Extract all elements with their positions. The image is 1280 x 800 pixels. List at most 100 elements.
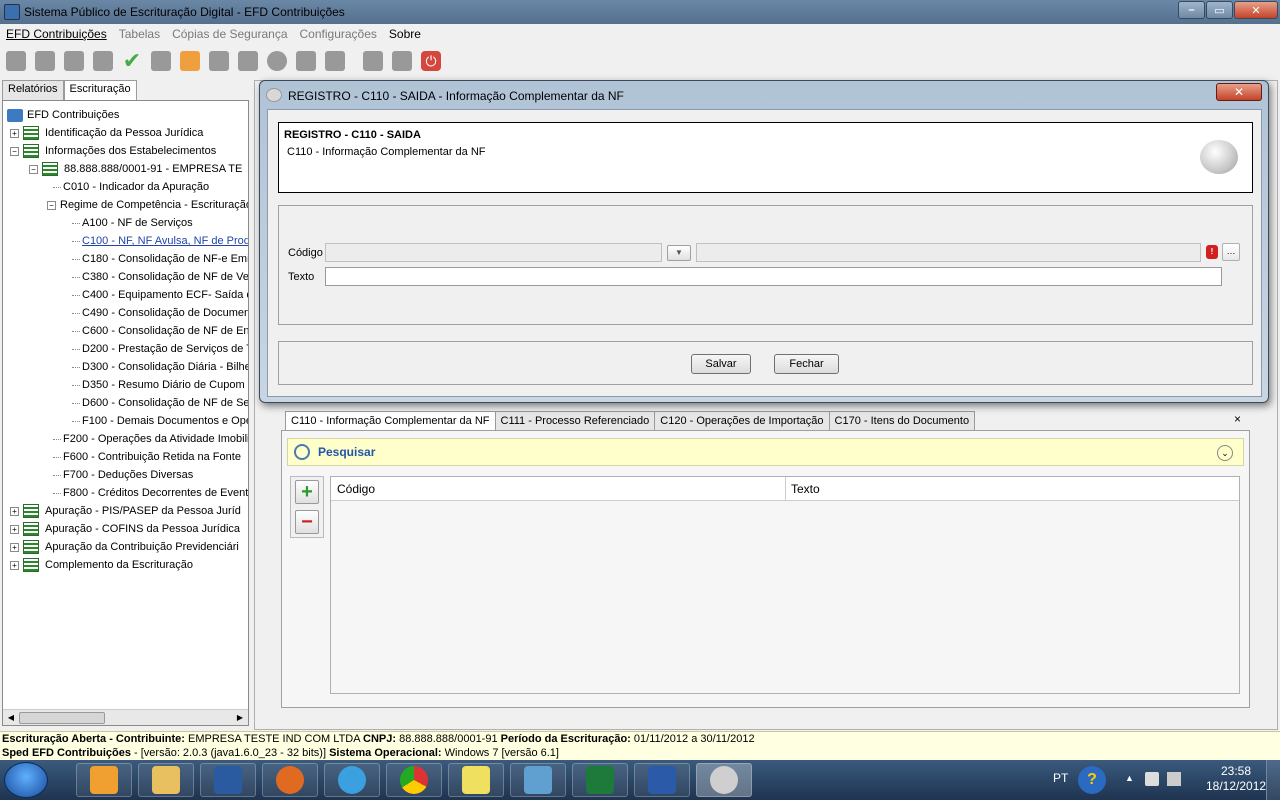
scroll-right-icon[interactable]: ▶ [234,712,246,724]
sped-icon[interactable] [696,763,752,797]
fechar-button[interactable]: Fechar [774,354,839,374]
tree-item[interactable]: D600 - Consolidação de NF de Ser [72,395,248,411]
show-hidden-icons[interactable]: ▲ [1125,773,1134,783]
tab-c120[interactable]: C120 - Operações de Importação [654,411,830,431]
tab-relatorios[interactable]: Relatórios [2,80,64,100]
tree-item[interactable]: C180 - Consolidação de NF-e Emiti [72,251,248,267]
codigo-description-field[interactable] [696,243,1201,262]
import-icon[interactable] [32,48,58,74]
tree-item[interactable]: −88.888.888/0001-91 - EMPRESA TE [29,161,242,177]
check-icon[interactable]: ✔ [119,48,145,74]
add-record-button[interactable]: + [295,480,319,504]
tree-item[interactable]: + Apuração da Contribuição Previdenciári [10,539,239,555]
sign-icon[interactable] [148,48,174,74]
delete-icon[interactable] [177,48,203,74]
tree-item[interactable]: F100 - Demais Documentos e Oper [72,413,248,429]
tree-item[interactable]: + Complemento da Escrituração [10,557,193,573]
exit-icon[interactable]: ⏻ [418,48,444,74]
tree-root[interactable]: EFD Contribuições [7,107,119,123]
tree-item[interactable]: D350 - Resumo Diário de Cupom F [72,377,248,393]
expand-icon[interactable]: + [10,542,19,552]
tree-item[interactable]: F700 - Deduções Diversas [53,467,193,483]
codigo-dropdown-button[interactable]: ▼ [667,245,691,261]
minimize-button[interactable]: – [1178,1,1205,19]
remove-record-button[interactable]: − [295,510,319,534]
help-alert-icon[interactable]: ? [1078,766,1106,794]
menu-tabelas[interactable]: Tabelas [113,27,166,41]
language-indicator[interactable]: PT [1053,771,1068,785]
column-header-codigo[interactable]: Código [337,482,375,496]
scroll-thumb[interactable] [19,712,105,724]
column-header-texto[interactable]: Texto [791,482,820,496]
tree-horizontal-scrollbar[interactable]: ◀ ▶ [3,709,248,725]
tree-item[interactable]: − Informações dos Estabelecimentos [10,143,216,159]
maximize-button[interactable]: ▭ [1206,1,1233,19]
tree-item[interactable]: C400 - Equipamento ECF- Saída de [72,287,248,303]
tree-item[interactable]: − Regime de Competência - Escrituração [47,197,248,213]
action-center-icon[interactable] [1145,772,1159,786]
validate-icon[interactable] [90,48,116,74]
expand-icon[interactable]: + [10,506,19,516]
codigo-lookup-button[interactable]: … [1222,243,1240,261]
tab-c170[interactable]: C170 - Itens do Documento [828,411,976,431]
tree-item[interactable]: D300 - Consolidação Diária - Bilhet [72,359,248,375]
menu-configuracoes[interactable]: Configurações [294,27,383,41]
tree-item[interactable]: C010 - Indicador da Apuração [53,179,209,195]
people-icon[interactable] [510,763,566,797]
globe-icon[interactable] [264,48,290,74]
sticky-notes-icon[interactable] [448,763,504,797]
open-icon[interactable] [61,48,87,74]
collapse-icon[interactable]: − [47,200,56,210]
transmit-icon[interactable] [293,48,319,74]
tree-item[interactable]: C490 - Consolidação de Document [72,305,248,321]
tree-item[interactable]: + Apuração - PIS/PASEP da Pessoa Juríd [10,503,241,519]
expand-icon[interactable]: + [10,128,19,138]
scroll-left-icon[interactable]: ◀ [5,712,17,724]
search-label[interactable]: Pesquisar [318,445,375,459]
word-icon[interactable] [634,763,690,797]
file-explorer-icon[interactable] [138,763,194,797]
tree-item[interactable]: A100 - NF de Serviços [72,215,193,231]
tab-escrituracao[interactable]: Escrituração [63,80,137,100]
search-bar[interactable]: Pesquisar ⌄ [287,438,1244,466]
tree-item[interactable]: F800 - Créditos Decorrentes de Event [53,485,248,501]
collapse-icon[interactable]: − [29,164,38,174]
collapse-icon[interactable]: − [10,146,19,156]
tree-item[interactable]: + Identificação da Pessoa Jurídica [10,125,203,141]
close-window-button[interactable]: ✕ [1234,1,1278,19]
tree-item[interactable]: F200 - Operações da Atividade Imobili [53,431,248,447]
tree-item[interactable]: C380 - Consolidação de NF de Ven [72,269,248,285]
save-icon[interactable] [360,48,386,74]
tree-item-selected[interactable]: C100 - NF, NF Avulsa, NF de Produt [72,233,248,249]
tab-c110[interactable]: C110 - Informação Complementar da NF [285,411,496,431]
tree-item[interactable]: F600 - Contribuição Retida na Fonte [53,449,241,465]
internet-explorer-icon[interactable] [324,763,380,797]
expand-search-icon[interactable]: ⌄ [1217,445,1233,461]
show-desktop-button[interactable] [1266,760,1280,800]
expand-icon[interactable]: + [10,524,19,534]
print-icon[interactable] [206,48,232,74]
tree-item[interactable]: C600 - Consolidação de NF de Ene [72,323,248,339]
media-player-icon[interactable] [76,763,132,797]
tab-c111[interactable]: C111 - Processo Referenciado [494,411,656,431]
app-check-icon[interactable] [200,763,256,797]
texto-input[interactable] [325,267,1222,286]
codigo-field[interactable] [325,243,662,262]
new-icon[interactable] [3,48,29,74]
close-tab-icon[interactable]: × [1234,412,1241,426]
firefox-icon[interactable] [262,763,318,797]
dialog-close-button[interactable]: ✕ [1216,83,1262,101]
excel-icon[interactable] [572,763,628,797]
expand-icon[interactable]: + [10,560,19,570]
tree-item[interactable]: + Apuração - COFINS da Pessoa Jurídica [10,521,240,537]
menu-copias-de-seguranca[interactable]: Cópias de Segurança [166,27,293,41]
backup-icon[interactable] [322,48,348,74]
tree-item[interactable]: D200 - Prestação de Serviços de T [72,341,248,357]
start-button[interactable] [4,762,48,798]
chrome-icon[interactable] [386,763,442,797]
settings-icon[interactable] [235,48,261,74]
network-icon[interactable] [1167,772,1181,786]
salvar-button[interactable]: Salvar [691,354,751,374]
clock[interactable]: 23:58 18/12/2012 [1206,764,1266,794]
restore-icon[interactable] [389,48,415,74]
